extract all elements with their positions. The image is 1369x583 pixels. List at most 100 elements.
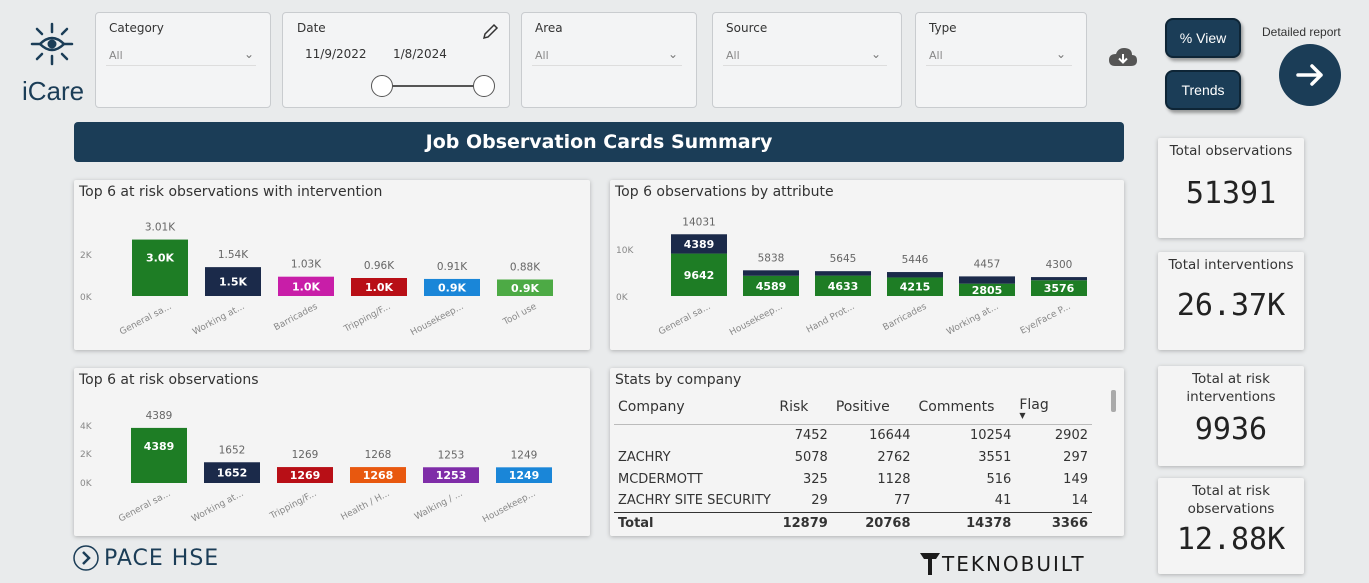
company-cell: ZACHRY SITE SECURITY: [618, 493, 771, 509]
y-tick-label: 2K: [80, 450, 93, 460]
table-row: ZACHRY SITE SECURITY 29 77 41 14: [614, 490, 1092, 512]
bar: [131, 427, 187, 483]
bar-segment: [959, 276, 1015, 284]
pace-hse-text: PACE HSE: [104, 545, 220, 571]
positive-cell: 1128: [877, 471, 911, 487]
x-tick-label: General sa...: [118, 302, 173, 338]
bar-segment: [1031, 277, 1087, 281]
positive-cell: 2762: [877, 449, 911, 465]
bar-value-label: 0.9K: [438, 281, 466, 294]
bar-segment: [815, 271, 871, 276]
x-tick-label: General sa...: [657, 302, 712, 338]
col-header-positive[interactable]: Positive: [831, 390, 915, 425]
trends-button[interactable]: Trends: [1165, 70, 1241, 110]
total-flag: 3366: [1015, 511, 1092, 534]
table-scrollbar[interactable]: [1111, 390, 1116, 412]
kpi-title: Total interventions: [1168, 257, 1294, 273]
flag-cell: 2902: [1054, 427, 1088, 443]
bar-total-label: 1268: [365, 449, 392, 461]
x-tick-label: Working at...: [191, 302, 246, 338]
filter-label: Source: [726, 21, 768, 35]
date-start[interactable]: 11/9/2022: [305, 47, 367, 61]
date-filter: Date 11/9/2022 1/8/2024: [282, 12, 510, 108]
bar-value-label: 3.0K: [146, 252, 174, 265]
x-tick-label: Hand Prot...: [805, 302, 856, 336]
bar-total-label: 3.01K: [145, 222, 176, 234]
x-tick-label: Working at...: [945, 302, 1000, 338]
stats-title: Stats by company: [615, 372, 742, 388]
pct-view-button[interactable]: % View: [1165, 18, 1241, 58]
bar-value-label: 1.5K: [219, 276, 247, 289]
teknobuilt-mark-icon: [920, 553, 940, 575]
risk-intervention-chart: 2K 0K 3.0K 3.01K General sa... 1.5K 1.54K Worki…: [80, 222, 553, 338]
chart-card-risk-intervention: Top 6 at risk observations with interven…: [74, 180, 590, 350]
category-filter[interactable]: Category All ⌄: [95, 12, 271, 108]
chevron-down-icon[interactable]: ⌄: [668, 47, 678, 61]
chevron-down-icon[interactable]: ⌄: [1056, 47, 1066, 61]
company-cell: ZACHRY: [618, 449, 671, 465]
bar-total-label: 4300: [1046, 259, 1073, 271]
y-tick-label: 4K: [80, 422, 93, 432]
col-header-flag[interactable]: Flag ▼: [1015, 390, 1092, 425]
sort-desc-icon[interactable]: ▼: [1019, 411, 1088, 420]
date-label: Date: [297, 21, 326, 35]
date-end[interactable]: 1/8/2024: [393, 47, 447, 61]
comments-cell: 10254: [969, 427, 1012, 443]
chevron-down-icon[interactable]: ⌄: [244, 47, 254, 61]
x-tick-label: Eye/Face P...: [1019, 302, 1073, 337]
x-tick-label: General sa...: [117, 489, 172, 525]
chevron-down-icon[interactable]: ⌄: [871, 47, 881, 61]
risk-cell: 5078: [794, 449, 828, 465]
col-header-comments[interactable]: Comments: [914, 390, 1016, 425]
bar-value-label: 1269: [290, 469, 321, 482]
type-filter[interactable]: Type All ⌄: [915, 12, 1087, 108]
table-row: ZACHRY 5078 2762 3551 297: [614, 446, 1092, 468]
company-cell: [614, 424, 775, 446]
stats-table: Company Risk Positive Comments Flag ▼ 74…: [614, 390, 1092, 534]
col-header-risk[interactable]: Risk: [775, 390, 832, 425]
bar-total-label: 14031: [682, 216, 715, 228]
x-tick-label: Barricades: [881, 302, 928, 333]
chart-card-by-attribute: Top 6 observations by attribute 10K 0K 964…: [610, 180, 1124, 350]
bar-value-label: 1652: [217, 467, 248, 480]
bar-total-label: 4389: [146, 410, 173, 422]
x-tick-label: Health / H...: [339, 489, 391, 523]
flag-header-label: Flag: [1019, 396, 1049, 413]
x-tick-label: Housekeep...: [409, 302, 465, 338]
date-slider-track[interactable]: [381, 85, 485, 87]
bar-value-label: 4633: [828, 280, 859, 293]
x-tick-label: Walking / ...: [413, 489, 464, 523]
app-name: iCare: [22, 76, 85, 106]
filter-label: Category: [109, 21, 164, 35]
bar-total-label: 5446: [902, 254, 929, 266]
flag-cell: 297: [1063, 449, 1088, 465]
pencil-icon[interactable]: [481, 23, 499, 41]
x-tick-label: Tripping/F...: [342, 302, 393, 335]
bar-value-label: 4389: [684, 238, 715, 251]
bar-total-label: 0.96K: [364, 260, 395, 272]
source-filter[interactable]: Source All ⌄: [712, 12, 902, 108]
kpi-title: Total observations: [1169, 143, 1293, 159]
kpi-value: 26.37K: [1176, 288, 1286, 323]
y-tick-label: 0K: [80, 293, 93, 303]
y-tick-label: 0K: [616, 293, 629, 303]
cloud-download-icon[interactable]: [1108, 46, 1138, 70]
filter-label: Type: [929, 21, 957, 35]
bar-segment: [743, 270, 799, 276]
area-filter[interactable]: Area All ⌄: [521, 12, 697, 108]
bar-value-label: 4215: [900, 281, 931, 294]
detailed-report-button[interactable]: [1279, 44, 1341, 106]
x-tick-label: Tripping/F...: [268, 489, 319, 522]
arrow-right-icon: [1296, 64, 1323, 86]
date-slider-end-handle[interactable]: [473, 75, 495, 97]
positive-cell: 16644: [869, 427, 911, 443]
bar-total-label: 0.88K: [510, 262, 541, 274]
date-slider-start-handle[interactable]: [371, 75, 393, 97]
bar-segment: [887, 272, 943, 278]
bar-total-label: 1253: [438, 449, 465, 461]
bar-value-label: 4389: [144, 440, 175, 453]
kpi-title: Total at risk observations: [1187, 483, 1275, 517]
col-header-company[interactable]: Company: [614, 390, 776, 425]
positive-cell: 77: [893, 493, 911, 509]
filter-value: All: [109, 49, 123, 62]
